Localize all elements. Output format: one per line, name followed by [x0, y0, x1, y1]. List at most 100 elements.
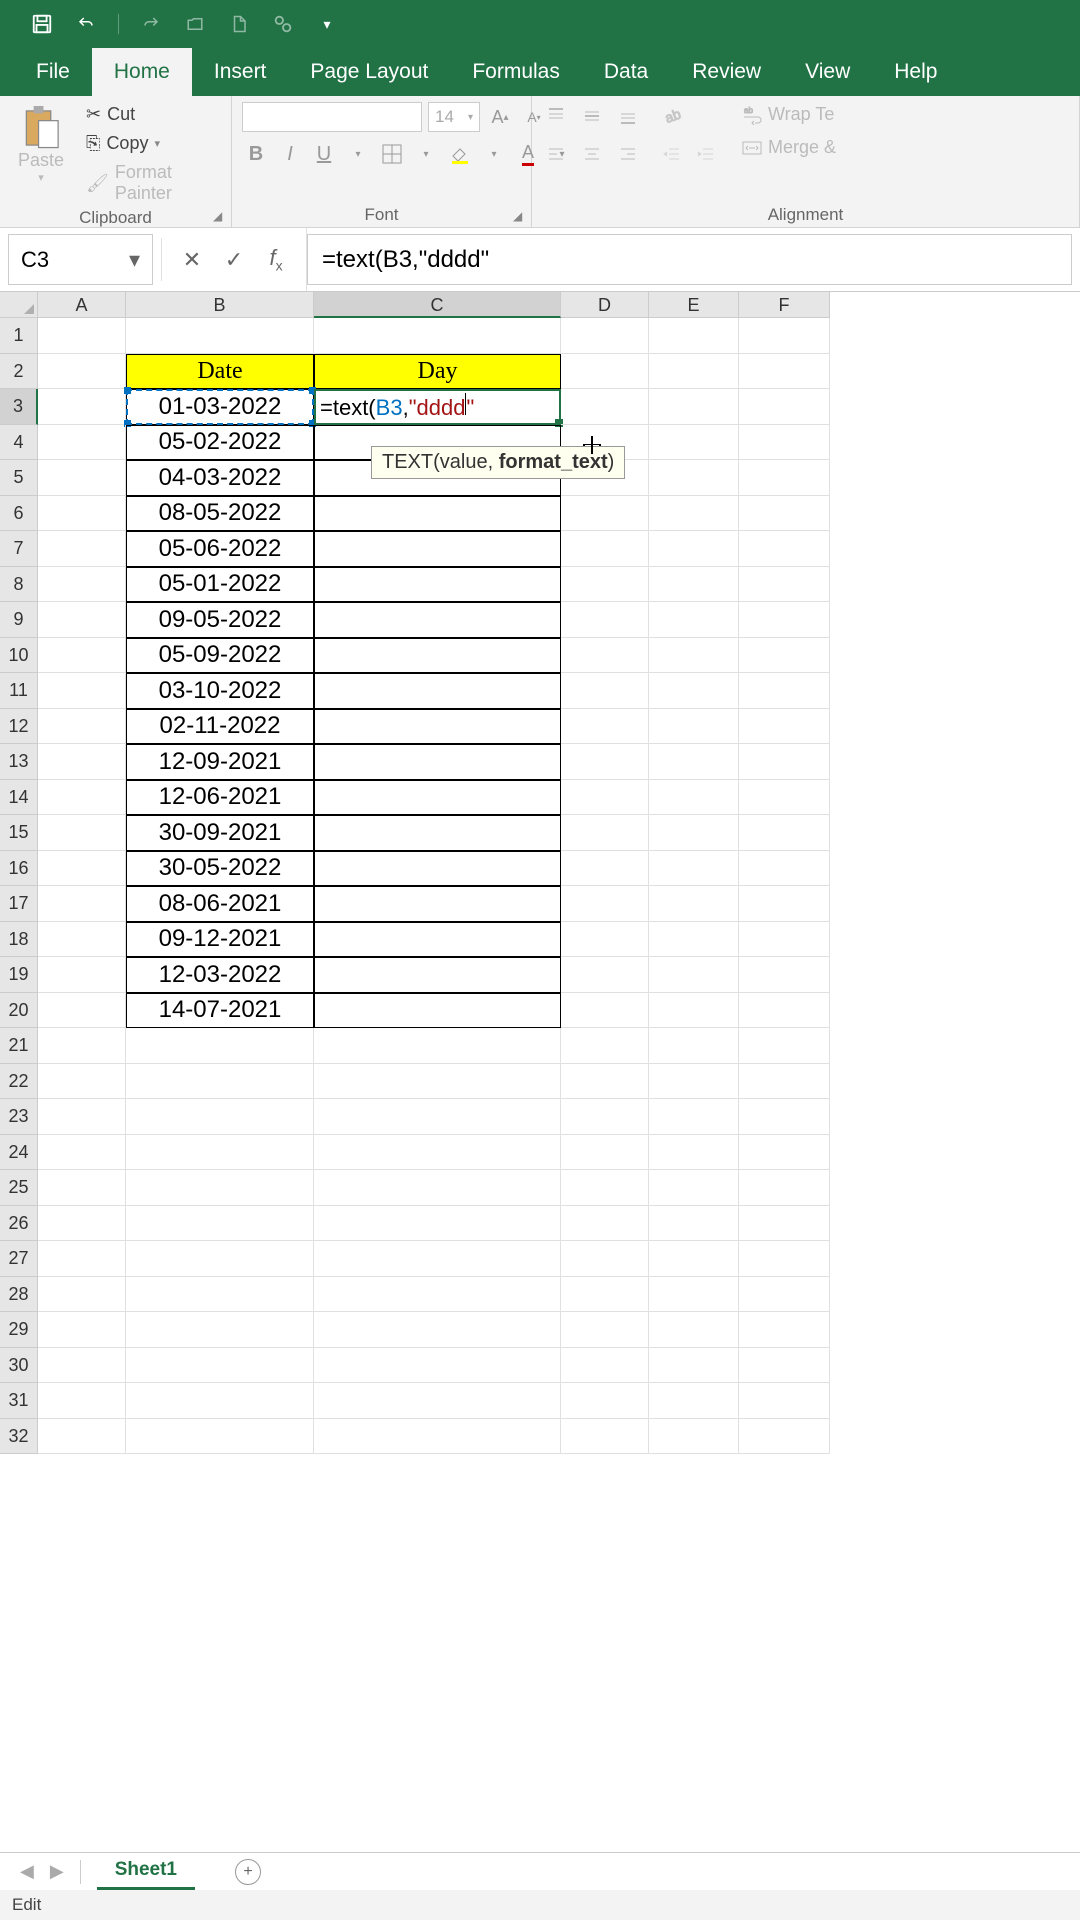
cell-A9[interactable] — [38, 602, 126, 638]
format-painter-button[interactable]: 🖌 Format Painter — [80, 160, 221, 206]
cell-A25[interactable] — [38, 1170, 126, 1206]
cell-D30[interactable] — [561, 1348, 649, 1384]
cell-B24[interactable] — [126, 1135, 314, 1171]
cell-C7[interactable] — [314, 531, 561, 567]
borders-button[interactable] — [378, 140, 406, 168]
select-all-corner[interactable] — [0, 292, 38, 318]
cell-F8[interactable] — [739, 567, 830, 603]
cell-B19[interactable]: 12-03-2022 — [126, 957, 314, 993]
row-header-32[interactable]: 32 — [0, 1419, 38, 1455]
align-top-icon[interactable] — [542, 102, 570, 130]
cut-button[interactable]: ✂ Cut — [80, 102, 221, 127]
cell-A3[interactable] — [38, 389, 126, 425]
tab-page-layout[interactable]: Page Layout — [288, 48, 450, 96]
cell-E12[interactable] — [649, 709, 739, 745]
cell-C29[interactable] — [314, 1312, 561, 1348]
cell-A10[interactable] — [38, 638, 126, 674]
row-header-13[interactable]: 13 — [0, 744, 38, 780]
cell-E20[interactable] — [649, 993, 739, 1029]
cell-A5[interactable] — [38, 460, 126, 496]
cell-C17[interactable] — [314, 886, 561, 922]
cell-E7[interactable] — [649, 531, 739, 567]
cell-C32[interactable] — [314, 1419, 561, 1455]
undo-icon[interactable] — [74, 12, 98, 36]
cell-C13[interactable] — [314, 744, 561, 780]
cell-C2[interactable]: Day — [314, 354, 561, 390]
cell-D31[interactable] — [561, 1383, 649, 1419]
cell-F18[interactable] — [739, 922, 830, 958]
cell-F25[interactable] — [739, 1170, 830, 1206]
cell-F24[interactable] — [739, 1135, 830, 1171]
cell-F14[interactable] — [739, 780, 830, 816]
cell-F21[interactable] — [739, 1028, 830, 1064]
cell-A12[interactable] — [38, 709, 126, 745]
cell-E24[interactable] — [649, 1135, 739, 1171]
cell-D27[interactable] — [561, 1241, 649, 1277]
cell-E19[interactable] — [649, 957, 739, 993]
align-right-icon[interactable] — [614, 140, 642, 168]
cell-D12[interactable] — [561, 709, 649, 745]
tab-home[interactable]: Home — [92, 48, 192, 96]
row-header-17[interactable]: 17 — [0, 886, 38, 922]
row-header-10[interactable]: 10 — [0, 638, 38, 674]
cell-D15[interactable] — [561, 815, 649, 851]
cell-E17[interactable] — [649, 886, 739, 922]
name-box-dropdown-icon[interactable]: ▾ — [129, 247, 140, 273]
cell-B20[interactable]: 14-07-2021 — [126, 993, 314, 1029]
cell-D24[interactable] — [561, 1135, 649, 1171]
cell-A15[interactable] — [38, 815, 126, 851]
orientation-icon[interactable]: ab — [658, 102, 686, 130]
cell-B30[interactable] — [126, 1348, 314, 1384]
row-header-20[interactable]: 20 — [0, 993, 38, 1029]
cell-D25[interactable] — [561, 1170, 649, 1206]
cell-B3[interactable]: 01-03-2022 — [126, 389, 314, 425]
row-header-19[interactable]: 19 — [0, 957, 38, 993]
cell-F29[interactable] — [739, 1312, 830, 1348]
cell-B25[interactable] — [126, 1170, 314, 1206]
cell-E15[interactable] — [649, 815, 739, 851]
cell-A11[interactable] — [38, 673, 126, 709]
cell-C23[interactable] — [314, 1099, 561, 1135]
align-left-icon[interactable] — [542, 140, 570, 168]
merge-button[interactable]: Merge & — [736, 135, 842, 160]
row-header-6[interactable]: 6 — [0, 496, 38, 532]
row-header-21[interactable]: 21 — [0, 1028, 38, 1064]
cell-D1[interactable] — [561, 318, 649, 354]
cell-F22[interactable] — [739, 1064, 830, 1100]
cell-B16[interactable]: 30-05-2022 — [126, 851, 314, 887]
cell-E13[interactable] — [649, 744, 739, 780]
cell-A21[interactable] — [38, 1028, 126, 1064]
cell-F31[interactable] — [739, 1383, 830, 1419]
cell-C6[interactable] — [314, 496, 561, 532]
underline-dropdown-icon[interactable]: ▾ — [344, 140, 372, 168]
cell-F12[interactable] — [739, 709, 830, 745]
cell-A24[interactable] — [38, 1135, 126, 1171]
cell-D28[interactable] — [561, 1277, 649, 1313]
cell-C25[interactable] — [314, 1170, 561, 1206]
cell-A22[interactable] — [38, 1064, 126, 1100]
cell-B1[interactable] — [126, 318, 314, 354]
cell-D10[interactable] — [561, 638, 649, 674]
increase-indent-icon[interactable] — [692, 140, 720, 168]
cell-D3[interactable] — [561, 389, 649, 425]
enter-formula-icon[interactable]: ✓ — [222, 247, 246, 273]
cell-B23[interactable] — [126, 1099, 314, 1135]
wrap-text-button[interactable]: ab Wrap Te — [736, 102, 842, 127]
cell-E8[interactable] — [649, 567, 739, 603]
cell-F5[interactable] — [739, 460, 830, 496]
cell-D21[interactable] — [561, 1028, 649, 1064]
cell-E27[interactable] — [649, 1241, 739, 1277]
cell-D19[interactable] — [561, 957, 649, 993]
add-sheet-button[interactable]: + — [235, 1859, 261, 1885]
cell-A13[interactable] — [38, 744, 126, 780]
cell-C20[interactable] — [314, 993, 561, 1029]
fx-icon[interactable]: fx — [264, 245, 288, 273]
row-header-14[interactable]: 14 — [0, 780, 38, 816]
cell-A7[interactable] — [38, 531, 126, 567]
tab-file[interactable]: File — [14, 48, 92, 96]
underline-button[interactable]: U — [310, 140, 338, 168]
row-header-25[interactable]: 25 — [0, 1170, 38, 1206]
cell-A14[interactable] — [38, 780, 126, 816]
cell-C9[interactable] — [314, 602, 561, 638]
formula-bar-input[interactable]: =text(B3,"dddd" — [307, 234, 1072, 285]
